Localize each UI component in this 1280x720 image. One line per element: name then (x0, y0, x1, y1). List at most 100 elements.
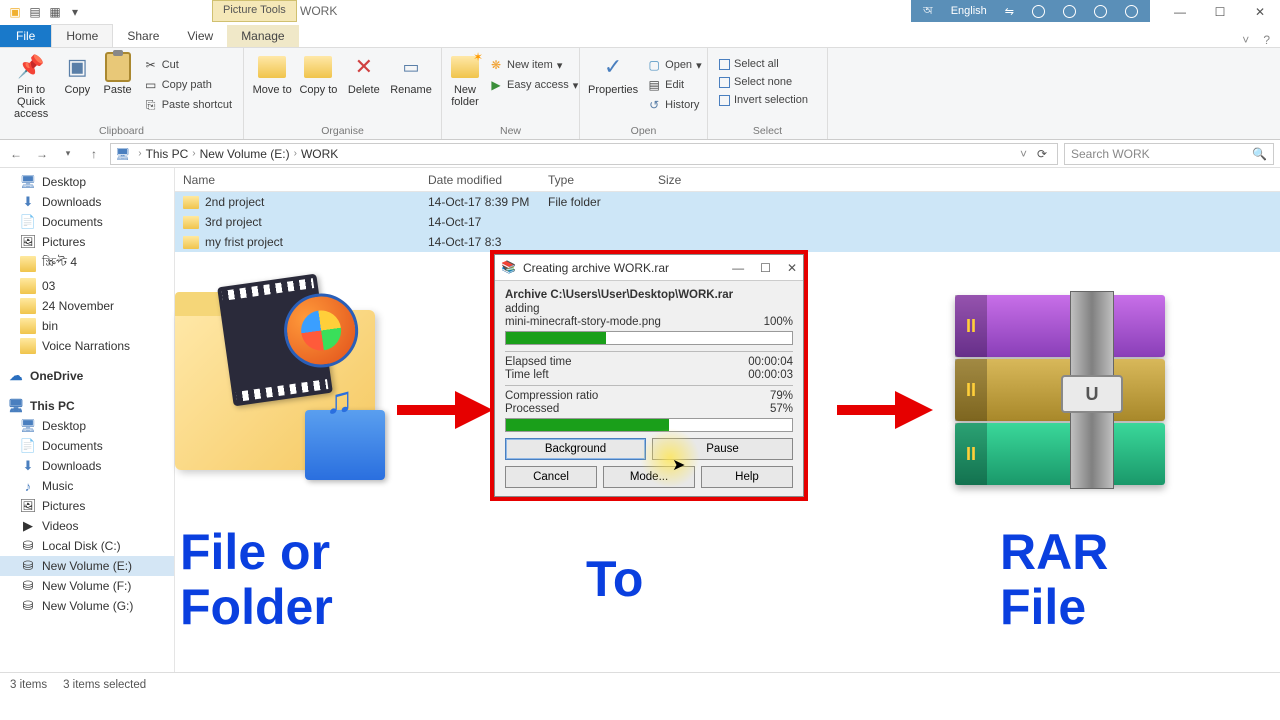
close-button[interactable]: ✕ (1240, 0, 1280, 24)
select-all-button[interactable]: Select all (716, 56, 811, 72)
language-bar[interactable]: অ English ⇋ (911, 0, 1150, 22)
search-input[interactable]: Search WORK 🔍 (1064, 143, 1274, 165)
paste-shortcut-button[interactable]: ⎘Paste shortcut (141, 96, 235, 114)
search-placeholder: Search WORK (1071, 147, 1150, 161)
properties-button[interactable]: ✓ Properties (588, 52, 638, 96)
maximize-button[interactable]: ☐ (1200, 0, 1240, 24)
paste-button[interactable]: Paste (100, 52, 134, 96)
tree-bangla[interactable]: স্ক্রিপ্ট 4 (0, 252, 174, 276)
move-to-button[interactable]: Move to (252, 52, 292, 96)
tree-documents[interactable]: 📄Documents (0, 212, 174, 232)
tree-bin[interactable]: bin (0, 316, 174, 336)
tree-03[interactable]: 03 (0, 276, 174, 296)
delete-button[interactable]: ✕ Delete (345, 52, 383, 96)
background-button[interactable]: Background (505, 438, 646, 460)
help-button[interactable]: Help (701, 466, 793, 488)
search-icon: 🔍 (1252, 147, 1267, 161)
dlg-minimize-button[interactable]: — (732, 261, 744, 275)
history-icon: ↺ (647, 98, 661, 112)
addr-chevron-icon[interactable]: ˅ (1020, 147, 1027, 161)
lang-native-icon: অ (923, 2, 933, 21)
tree-music[interactable]: ♪Music (0, 476, 174, 496)
tree-pictures2[interactable]: 🖼Pictures (0, 496, 174, 516)
ribbon-tabs: File Home Share View Manage ˅ ? (0, 24, 1280, 48)
file-row[interactable]: 3rd project 14-Oct-17 (175, 212, 1280, 232)
tree-videos[interactable]: ▶Videos (0, 516, 174, 536)
edit-button[interactable]: ▤Edit (644, 76, 704, 94)
tree-onedrive[interactable]: ☁OneDrive (0, 366, 174, 386)
col-name[interactable]: Name (175, 173, 420, 187)
pc-icon: 🖥 (115, 147, 130, 161)
recent-button[interactable]: ▾ (58, 144, 78, 164)
videos-icon: ▶ (20, 518, 36, 534)
tab-manage[interactable]: Manage (227, 25, 298, 47)
downloads-icon: ⬇ (20, 194, 36, 210)
dlg-maximize-button[interactable]: ☐ (760, 261, 771, 275)
back-button[interactable]: ← (6, 144, 26, 164)
pc-icon: 🖥 (8, 398, 24, 414)
lang-dot3-icon (1094, 5, 1107, 18)
up-button[interactable]: ↑ (84, 144, 104, 164)
tree-vol-g[interactable]: ⛁New Volume (G:) (0, 596, 174, 616)
forward-button[interactable]: → (32, 144, 52, 164)
tree-24nov[interactable]: 24 November (0, 296, 174, 316)
copy-button[interactable]: ▣ Copy (60, 52, 94, 96)
tree-documents2[interactable]: 📄Documents (0, 436, 174, 456)
select-none-button[interactable]: Select none (716, 74, 811, 90)
col-date[interactable]: Date modified (420, 173, 540, 187)
tree-desktop[interactable]: 🖥Desktop (0, 172, 174, 192)
open-button[interactable]: ▢Open▾ (644, 56, 704, 74)
tree-vol-f[interactable]: ⛁New Volume (F:) (0, 576, 174, 596)
cancel-button[interactable]: Cancel (505, 466, 597, 488)
lang-english-label: English (951, 5, 987, 17)
minimize-button[interactable]: — (1160, 0, 1200, 24)
folder-illustration (175, 310, 395, 510)
tree-this-pc[interactable]: 🖥This PC (0, 396, 174, 416)
col-size[interactable]: Size (650, 173, 730, 187)
tree-local-c[interactable]: ⛁Local Disk (C:) (0, 536, 174, 556)
file-percent: 100% (764, 316, 793, 328)
pin-quick-access-button[interactable]: 📌 Pin to Quick access (8, 52, 54, 120)
rename-button[interactable]: ▭ Rename (389, 52, 433, 96)
processed-value: 57% (770, 403, 793, 415)
tree-pictures[interactable]: 🖼Pictures (0, 232, 174, 252)
drive-icon: ⛁ (20, 538, 36, 554)
tree-voice[interactable]: Voice Narrations (0, 336, 174, 356)
arrow-icon (835, 385, 935, 438)
copy-label: Copy (64, 84, 90, 96)
tab-file[interactable]: File (0, 25, 51, 47)
tree-vol-e[interactable]: ⛁New Volume (E:) (0, 556, 174, 576)
refresh-button[interactable]: ⟳ (1031, 147, 1053, 161)
help-icon[interactable]: ? (1263, 33, 1270, 47)
tree-downloads2[interactable]: ⬇Downloads (0, 456, 174, 476)
new-group-label: New (450, 125, 571, 137)
tab-view[interactable]: View (173, 25, 227, 47)
tab-home[interactable]: Home (51, 24, 113, 47)
easy-access-button[interactable]: ▶Easy access▾ (486, 76, 581, 94)
tab-share[interactable]: Share (113, 25, 173, 47)
cut-button[interactable]: ✂Cut (141, 56, 235, 74)
col-type[interactable]: Type (540, 173, 650, 187)
file-row[interactable]: 2nd project 14-Oct-17 8:39 PM File folde… (175, 192, 1280, 212)
invert-selection-button[interactable]: Invert selection (716, 92, 811, 108)
new-folder-button[interactable]: New folder (450, 52, 480, 108)
easy-access-icon: ▶ (489, 78, 503, 92)
history-button[interactable]: ↺History (644, 96, 704, 114)
tree-desktop2[interactable]: 🖥Desktop (0, 416, 174, 436)
copy-to-button[interactable]: Copy to (298, 52, 338, 96)
file-row[interactable]: my frist project 14-Oct-17 8:3 (175, 232, 1280, 252)
ribbon-collapse-icon[interactable]: ˅ (1242, 33, 1249, 47)
copy-path-button[interactable]: ▭Copy path (141, 76, 235, 94)
tree-downloads[interactable]: ⬇Downloads (0, 192, 174, 212)
dlg-close-button[interactable]: ✕ (787, 261, 797, 275)
breadcrumb[interactable]: 🖥 › This PC › New Volume (E:) › WORK ˅⟳ (110, 143, 1058, 165)
new-item-button[interactable]: ❋New item▾ (486, 56, 581, 74)
qat-props-icon[interactable]: ▤ (28, 5, 42, 19)
total-progress-bar (505, 418, 793, 432)
folder-qat-icon[interactable]: ▣ (8, 5, 22, 19)
documents-icon: 📄 (20, 214, 36, 230)
drive-icon: ⛁ (20, 598, 36, 614)
nav-tree: 🖥Desktop ⬇Downloads 📄Documents 🖼Pictures… (0, 168, 175, 672)
qat-new-icon[interactable]: ▦ (48, 5, 62, 19)
qat-chevron-icon[interactable]: ▾ (68, 5, 82, 19)
